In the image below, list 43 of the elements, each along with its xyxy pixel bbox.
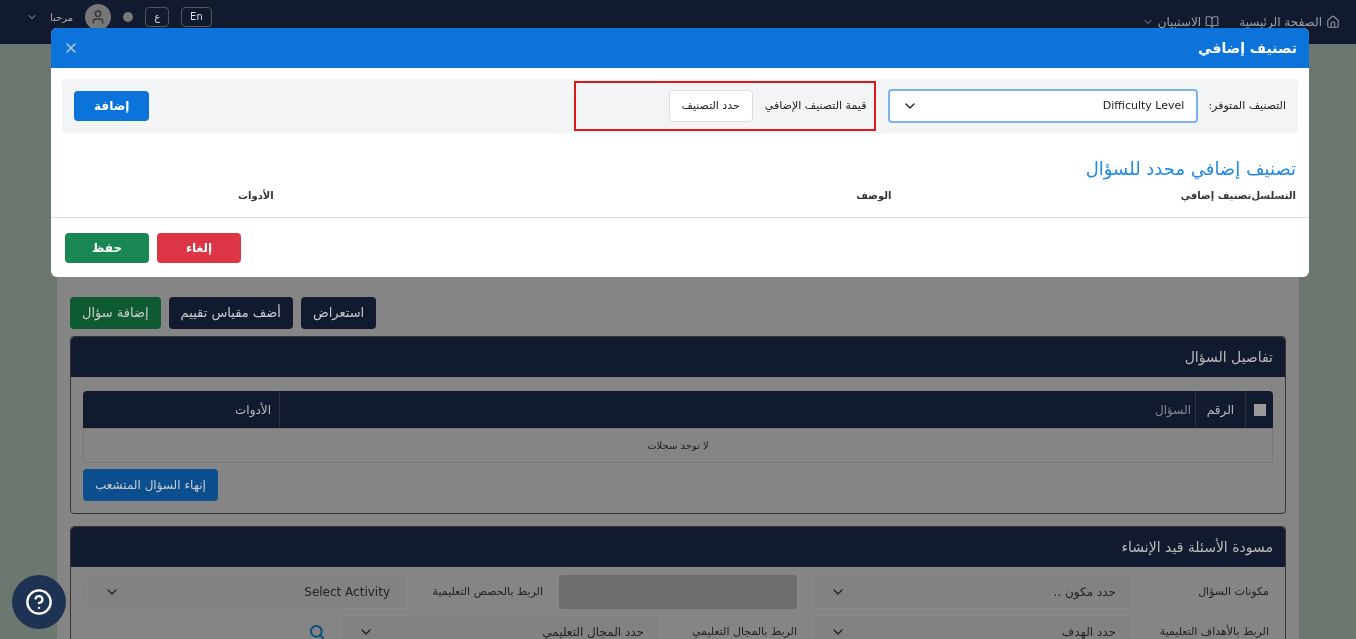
column-header: تصنيف إضافي	[1179, 189, 1252, 203]
section-title: تصنيف إضافي محدد للسؤال	[1085, 158, 1296, 179]
select-field[interactable]: حدد مكون ..	[813, 575, 1133, 609]
value-select[interactable]: حدد التصنيف	[668, 90, 753, 122]
panel-title: مسودة الأسئلة قيد الإنشاء	[1121, 537, 1273, 558]
column-header: الوصف	[856, 189, 892, 203]
select-field[interactable]: حدد المجال التعليمي	[341, 615, 661, 639]
column-header: السؤال	[1155, 401, 1191, 419]
avatar	[85, 4, 112, 30]
help-icon	[25, 588, 53, 616]
home-icon	[1326, 15, 1340, 29]
nav-link[interactable]: الاستبيان	[1157, 13, 1202, 31]
action-button[interactable]: استعراض	[300, 297, 377, 329]
language-button[interactable]: ع	[145, 7, 170, 27]
field-label: الربط بالحصص التعليمية	[431, 583, 543, 600]
language-button[interactable]: En	[181, 7, 212, 27]
field-label: التصنيف المتوفر:	[1208, 97, 1286, 114]
field-label: الربط بالمجال التعليمي	[690, 623, 797, 639]
modal-title: تصنيف إضافي	[1198, 38, 1297, 58]
book-icon	[1205, 15, 1220, 29]
select-all-checkbox[interactable]	[1253, 403, 1266, 416]
column-header: الأدوات	[235, 401, 271, 419]
field-label: مكونات السؤال	[1197, 583, 1269, 600]
panel-title: تفاصيل السؤال	[1184, 347, 1273, 368]
add-button[interactable]: إضافة	[74, 91, 150, 121]
field-label: قيمة التصنيف الإضافي	[764, 97, 867, 114]
column-header: الرقم	[1206, 401, 1235, 419]
save-button[interactable]: حفظ	[65, 233, 149, 263]
select-field[interactable]: حدد الهدف	[813, 615, 1133, 639]
help-button[interactable]	[12, 575, 66, 629]
search-icon[interactable]	[309, 624, 325, 639]
greeting-text: مرحبا	[50, 10, 74, 25]
end-branch-button[interactable]: إنهاء السؤال المتشعب	[83, 469, 218, 501]
column-header: الأدوات	[238, 188, 274, 203]
classification-select[interactable]: Difficulty Level	[888, 89, 1199, 123]
field-label: الربط بالأهداف التعليمية	[1158, 623, 1269, 639]
cancel-button[interactable]: إلغاء	[157, 233, 241, 263]
action-button[interactable]: إضافة سؤال	[70, 297, 161, 329]
action-button[interactable]: أضف مقياس تقييم	[168, 297, 293, 329]
select-field[interactable]: Select Activity	[87, 575, 407, 609]
nav-link[interactable]: الصفحة الرئيسية	[1239, 13, 1322, 31]
empty-message: لا توجد سجلات	[647, 439, 709, 453]
column-header: التسلسل	[1251, 189, 1296, 203]
